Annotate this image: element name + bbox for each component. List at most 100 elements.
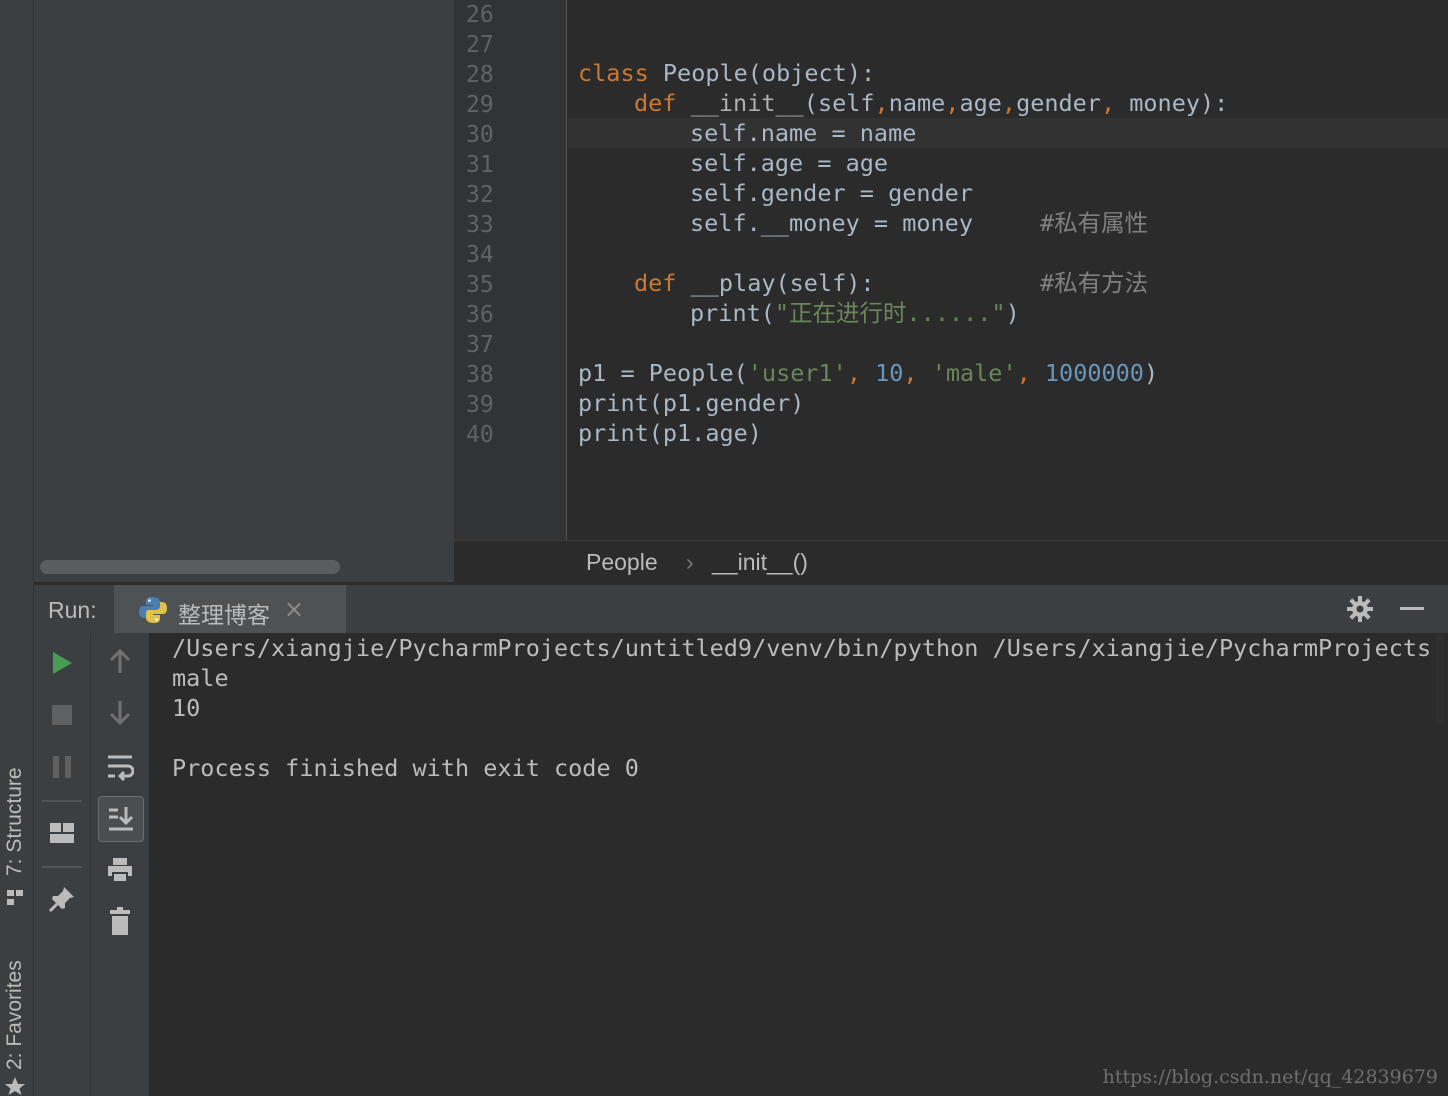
watermark-text: https://blog.csdn.net/qq_42839679	[1102, 1066, 1438, 1088]
soft-wrap-icon	[108, 755, 134, 781]
project-horizontal-scrollbar[interactable]	[40, 560, 340, 574]
keyword: class	[578, 59, 649, 87]
code-line-38: p1 = People('user1', 10, 'male', 1000000…	[578, 358, 1158, 388]
run-toolbar-secondary	[91, 633, 150, 1096]
keyword: def	[634, 269, 677, 297]
run-tool-window-header: Run: 整理博客 ×	[34, 584, 1448, 634]
line-number-gutter: 26 27 28 29 30 31 32 33 34 35 36 37 38 3…	[454, 0, 567, 540]
pause-button[interactable]	[40, 745, 84, 789]
clear-all-button[interactable]	[98, 899, 142, 943]
rerun-button[interactable]	[40, 641, 84, 685]
breadcrumb-separator: ›	[686, 549, 694, 575]
trash-icon	[110, 907, 130, 935]
console-line: /Users/xiangjie/PycharmProjects/untitled…	[172, 634, 1432, 662]
star-icon	[5, 1077, 25, 1095]
line-number: 40	[466, 422, 494, 448]
punctuation: ,	[945, 89, 960, 117]
code-line-36: print("正在进行时......")	[690, 298, 1020, 328]
line-number: 29	[466, 92, 494, 118]
code-line-29: def __init__(self,name,age,gender, money…	[634, 88, 1228, 118]
line-number: 26	[466, 2, 494, 28]
code-line-40: print(p1.age)	[578, 419, 762, 447]
number-literal: 10	[875, 359, 904, 387]
console-line: 10	[172, 694, 201, 722]
gear-icon[interactable]	[1346, 595, 1374, 623]
code-text: age	[959, 89, 1002, 117]
comment: #私有方法	[1040, 269, 1149, 297]
console-line: male	[172, 664, 229, 692]
code-text: gender	[1016, 89, 1101, 117]
comment: #私有属性	[1040, 209, 1149, 237]
print-button[interactable]	[98, 848, 142, 892]
favorites-tab-label: 2: Favorites	[3, 960, 26, 1070]
run-config-tab[interactable]: 整理博客 ×	[114, 585, 346, 633]
code-line-32: self.gender = gender	[690, 179, 973, 207]
project-panel	[34, 0, 454, 582]
run-toolbar-primary	[34, 633, 91, 1096]
method-name: __init__	[676, 89, 804, 117]
breadcrumb-class[interactable]: People	[586, 549, 658, 576]
structure-tab-label: 7: Structure	[3, 767, 26, 876]
code-text: )	[1143, 359, 1159, 387]
code-editor[interactable]: 26 27 28 29 30 31 32 33 34 35 36 37 38 3…	[454, 0, 1448, 540]
structure-tool-tab[interactable]: 7: Structure	[0, 740, 33, 910]
console-vertical-scrollbar[interactable]	[1436, 635, 1444, 723]
code-text: self.__money = money	[690, 209, 973, 237]
line-number: 32	[466, 182, 494, 208]
layout-icon	[50, 823, 74, 843]
toolbar-divider	[42, 866, 82, 868]
arrow-up-icon	[109, 648, 131, 673]
play-icon	[53, 652, 72, 674]
python-icon	[139, 597, 167, 623]
code-text: money):	[1115, 89, 1229, 117]
code-text: __play(self):	[676, 269, 875, 297]
number-literal: 1000000	[1044, 359, 1144, 387]
string-literal: 'male'	[931, 359, 1017, 387]
pin-icon	[48, 887, 74, 913]
line-number: 27	[466, 32, 494, 58]
punctuation: ,	[846, 359, 876, 387]
line-number: 39	[466, 392, 494, 418]
stop-icon	[52, 705, 72, 725]
code-text: (self	[803, 89, 875, 117]
layout-button[interactable]	[40, 811, 84, 855]
punctuation: ,	[1016, 359, 1045, 387]
code-text: People(object):	[648, 59, 876, 87]
close-icon[interactable]: ×	[284, 595, 304, 623]
line-number: 31	[466, 152, 494, 178]
string-literal: "正在进行时......"	[774, 299, 1006, 327]
code-line-35: def __play(self):	[634, 268, 875, 298]
punctuation: ,	[903, 359, 932, 387]
soft-wrap-button[interactable]	[98, 745, 142, 789]
scroll-to-end-button[interactable]	[98, 796, 144, 842]
line-number: 38	[466, 362, 494, 388]
scroll-to-end-icon	[109, 807, 134, 831]
print-icon	[108, 858, 132, 883]
punctuation: ,	[1001, 89, 1017, 117]
keyword: def	[634, 89, 677, 117]
code-text: print(	[690, 299, 775, 327]
line-number: 28	[466, 62, 494, 88]
up-stack-button[interactable]	[98, 639, 142, 683]
console-line: Process finished with exit code 0	[172, 754, 639, 782]
stop-button[interactable]	[40, 693, 84, 737]
code-text: p1 = People(	[578, 359, 748, 387]
down-stack-button[interactable]	[98, 691, 142, 735]
pause-icon	[53, 756, 71, 778]
run-console[interactable]: /Users/xiangjie/PycharmProjects/untitled…	[150, 633, 1448, 1096]
line-number: 37	[466, 332, 494, 358]
pin-tab-button[interactable]	[40, 877, 84, 921]
minimize-icon[interactable]	[1400, 607, 1424, 610]
code-line-33: self.__money = money	[690, 208, 973, 238]
breadcrumb-method[interactable]: __init__()	[712, 549, 808, 576]
favorites-tool-tab[interactable]: 2: Favorites	[0, 940, 33, 1096]
breadcrumb: People › __init__()	[454, 540, 1448, 583]
arrow-down-icon	[109, 701, 131, 726]
punctuation: ,	[874, 89, 889, 117]
code-line-31: self.age = age	[690, 149, 889, 177]
run-label: Run:	[48, 597, 97, 623]
tool-window-stripe: 7: Structure 2: Favorites	[0, 0, 34, 1096]
run-tab-label: 整理博客	[178, 603, 270, 629]
line-number: 36	[466, 302, 494, 328]
structure-icon	[7, 890, 23, 905]
